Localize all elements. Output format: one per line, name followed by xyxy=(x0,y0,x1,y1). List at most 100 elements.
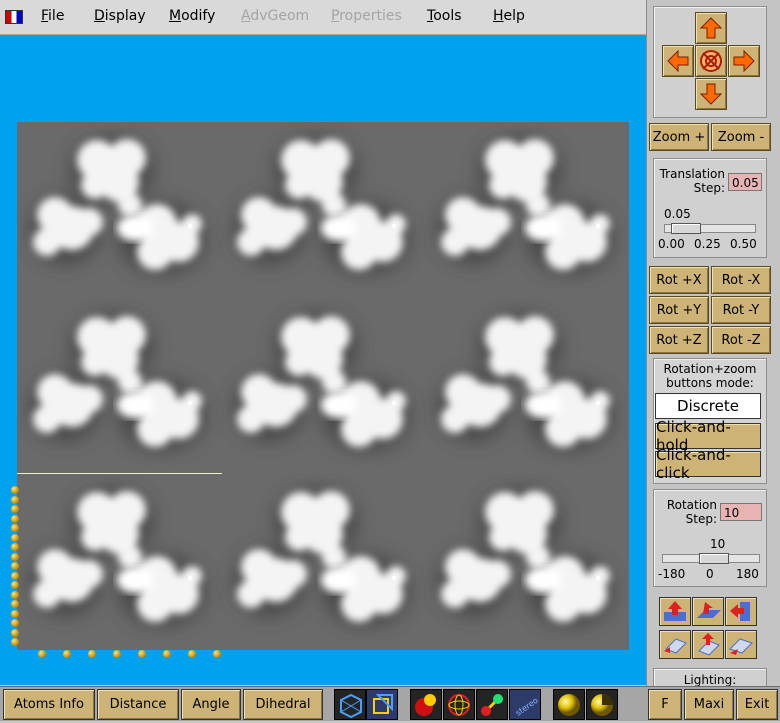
translation-slider[interactable] xyxy=(664,223,756,234)
view-bottom-icon xyxy=(698,633,720,656)
dihedral-button[interactable]: Dihedral xyxy=(243,689,323,720)
molecule-2-1 xyxy=(29,313,206,451)
ball-stick-icon xyxy=(481,694,503,716)
translation-tick-min: 0.00 xyxy=(658,237,685,251)
chain-atom xyxy=(11,581,19,589)
spheres-button[interactable] xyxy=(410,689,442,720)
rot-minus-y-button[interactable]: Rot -Y xyxy=(711,296,771,324)
menu-tools[interactable]: Tools xyxy=(427,8,462,24)
f-button[interactable]: F xyxy=(648,689,682,720)
unit-cell-blue-button[interactable] xyxy=(334,689,366,720)
stereo-icon: stereo xyxy=(514,696,540,718)
molecule-3-3 xyxy=(437,488,614,626)
angle-button[interactable]: Angle xyxy=(181,689,241,720)
view-bottom-button[interactable] xyxy=(692,630,724,659)
chain-atom xyxy=(38,650,46,658)
rotation-slider-value: 10 xyxy=(710,537,726,551)
rotation-tick-max: 180 xyxy=(736,567,759,581)
control-panel: Zoom + Zoom - Translation Step: 0.05 0.0… xyxy=(646,0,780,691)
half-sphere-button[interactable] xyxy=(586,689,618,720)
pan-right-button[interactable] xyxy=(728,45,760,77)
svg-text:stereo: stereo xyxy=(514,696,540,718)
translation-slider-thumb[interactable] xyxy=(671,223,701,234)
view-front-icon xyxy=(664,601,686,621)
chain-atom xyxy=(213,650,221,658)
rot-plus-z-button[interactable]: Rot +Z xyxy=(649,326,709,354)
view-top-button[interactable] xyxy=(692,597,724,626)
unit-cell-yellow-button[interactable] xyxy=(366,689,398,720)
chain-atom xyxy=(163,650,171,658)
view-back-icon xyxy=(664,638,687,654)
electron-density-map xyxy=(17,122,629,650)
view-top-icon xyxy=(697,602,721,618)
rotation-step-box: Rotation Step: 10 10 -180 0 180 xyxy=(653,489,767,587)
rotation-tick-mid: 0 xyxy=(706,567,714,581)
mode-click-and-click-button[interactable]: Click-and-click xyxy=(655,446,761,482)
reset-view-icon xyxy=(700,50,722,72)
yellow-sphere-icon xyxy=(558,694,580,716)
density-svg xyxy=(17,122,629,650)
yellow-sphere-button[interactable] xyxy=(553,689,585,720)
rot-plus-x-button[interactable]: Rot +X xyxy=(649,266,709,294)
arrow-down-icon xyxy=(700,83,722,105)
menu-bar: File Display Modify AdvGeom Properties T… xyxy=(0,0,646,35)
menu-file[interactable]: File xyxy=(41,8,64,24)
chain-atom xyxy=(11,514,19,523)
rot-plus-y-button[interactable]: Rot +Y xyxy=(649,296,709,324)
chain-atom xyxy=(63,650,71,658)
rot-minus-x-button[interactable]: Rot -X xyxy=(711,266,771,294)
zoom-in-button[interactable]: Zoom + xyxy=(649,123,709,151)
view-back-button[interactable] xyxy=(659,630,691,659)
chain-atom xyxy=(11,543,19,551)
mode-discrete-button[interactable]: Discrete xyxy=(655,393,761,419)
chain-atom xyxy=(138,650,146,658)
view-iso-icon xyxy=(729,638,753,655)
rotation-step-input[interactable]: 10 xyxy=(720,503,762,521)
rotation-tick-min: -180 xyxy=(658,567,686,581)
molecule-3-1 xyxy=(29,488,206,626)
atoms-info-button[interactable]: Atoms Info xyxy=(3,689,95,720)
chain-atom xyxy=(11,619,19,627)
arrow-up-icon xyxy=(700,17,722,39)
rotation-slider[interactable] xyxy=(662,553,760,564)
selection-line xyxy=(17,473,222,474)
app-icon[interactable] xyxy=(5,10,23,24)
translation-slider-value: 0.05 xyxy=(664,207,691,221)
view-front-button[interactable] xyxy=(659,597,691,626)
arrow-left-icon xyxy=(667,50,689,72)
menu-advgeom: AdvGeom xyxy=(241,8,310,24)
rotation-step-label: Rotation Step: xyxy=(666,498,717,526)
unit-cell-yellow-icon xyxy=(373,694,393,714)
half-sphere-icon xyxy=(591,694,613,716)
pan-down-button[interactable] xyxy=(695,78,727,110)
reset-view-button[interactable] xyxy=(695,45,727,77)
menu-display[interactable]: Display xyxy=(94,8,146,24)
view-side-button[interactable] xyxy=(725,597,757,626)
pan-up-button[interactable] xyxy=(695,12,727,44)
view-iso-button[interactable] xyxy=(725,630,757,659)
zoom-out-button[interactable]: Zoom - xyxy=(711,123,771,151)
chain-atom xyxy=(11,638,19,646)
menu-modify[interactable]: Modify xyxy=(169,8,215,24)
wireframe-sphere-button[interactable] xyxy=(443,689,475,720)
distance-button[interactable]: Distance xyxy=(97,689,179,720)
stereo-button[interactable]: stereo xyxy=(509,689,541,720)
menu-properties: Properties xyxy=(331,8,402,24)
molecule-1-3 xyxy=(437,136,614,274)
spheres-icon xyxy=(415,694,436,716)
molecule-viewport[interactable] xyxy=(0,35,646,685)
ball-stick-button[interactable] xyxy=(476,689,508,720)
translation-step-input[interactable]: 0.05 xyxy=(728,173,762,191)
molecule-2-3 xyxy=(437,313,614,451)
chain-atom xyxy=(11,571,19,580)
maxi-button[interactable]: Maxi xyxy=(684,689,734,720)
translation-step-box: Translation Step: 0.05 0.05 0.00 0.25 0.… xyxy=(653,158,767,258)
exit-button[interactable]: Exit xyxy=(736,689,778,720)
rotation-slider-thumb[interactable] xyxy=(699,553,729,564)
molecule-1-2 xyxy=(233,136,410,274)
menu-help[interactable]: Help xyxy=(493,8,525,24)
chain-atom xyxy=(11,562,19,570)
pan-left-button[interactable] xyxy=(662,45,694,77)
chain-atom xyxy=(11,524,19,532)
rot-minus-z-button[interactable]: Rot -Z xyxy=(711,326,771,354)
